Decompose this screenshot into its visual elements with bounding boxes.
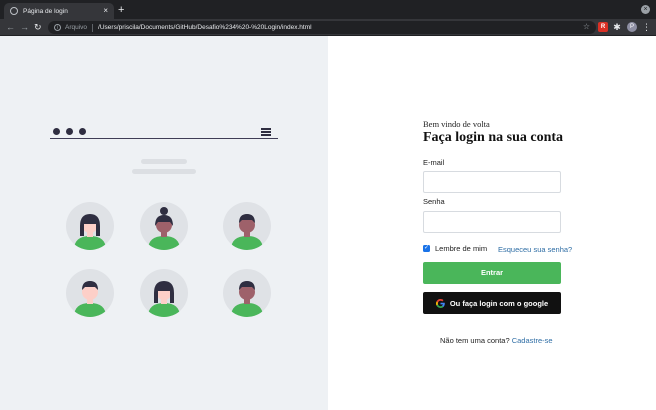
window-close-icon[interactable]: ×	[641, 5, 650, 14]
password-label: Senha	[423, 197, 445, 206]
tab-close-icon[interactable]: ×	[103, 7, 108, 15]
welcome-text: Bem vindo de volta	[423, 119, 490, 129]
browser-toolbar: ← → ↻ i Arquivo /Users/priscila/Document…	[0, 19, 656, 36]
reload-icon[interactable]: ↻	[34, 21, 42, 33]
info-icon[interactable]: i	[54, 24, 61, 31]
browser-tab[interactable]: Página de login ×	[4, 3, 114, 19]
illustration-window-bar	[50, 125, 278, 139]
person-avatar-icon	[223, 202, 271, 250]
forward-arrow-icon[interactable]: →	[20, 21, 29, 33]
remember-label: Lembre de mim	[435, 244, 488, 253]
address-url[interactable]: /Users/priscila/Documents/GitHub/Desafio…	[98, 24, 312, 31]
login-button[interactable]: Entrar	[423, 262, 561, 284]
forgot-password-link[interactable]: Esqueceu sua senha?	[498, 245, 572, 254]
address-bar[interactable]: i Arquivo /Users/priscila/Documents/GitH…	[48, 21, 596, 34]
page-title: Faça login na sua conta	[423, 130, 564, 145]
person-avatar-icon	[140, 202, 188, 250]
person-avatar-icon	[66, 202, 114, 250]
signup-text: Não tem uma conta?	[440, 336, 510, 345]
person-avatar-icon	[66, 269, 114, 317]
placeholder-line	[141, 159, 187, 164]
window-dot	[66, 128, 73, 135]
page-content: Bem vindo de volta Faça login na sua con…	[0, 36, 656, 410]
google-login-button[interactable]: Ou faça login com o google	[423, 292, 561, 314]
password-field[interactable]	[423, 211, 561, 233]
illustration-panel	[0, 36, 328, 410]
placeholder-line	[132, 169, 196, 174]
extension-icon[interactable]: R	[598, 22, 608, 32]
bookmark-star-icon[interactable]: ☆	[583, 22, 590, 31]
person-avatar-icon	[223, 269, 271, 317]
address-divider	[92, 23, 94, 32]
profile-avatar[interactable]: P	[627, 22, 637, 32]
window-dot	[79, 128, 86, 135]
scheme-label: Arquivo	[65, 24, 88, 31]
extensions-puzzle-icon[interactable]: ✱	[612, 22, 622, 32]
remember-checkbox[interactable]: ✓	[423, 245, 430, 252]
window-dot	[53, 128, 60, 135]
remember-me[interactable]: ✓ Lembre de mim	[423, 244, 487, 253]
back-arrow-icon[interactable]: ←	[6, 21, 15, 33]
email-field[interactable]	[423, 171, 561, 193]
hamburger-icon	[261, 128, 271, 136]
signup-link[interactable]: Cadastre-se	[512, 336, 553, 345]
email-label: E-mail	[423, 158, 445, 167]
login-panel: Bem vindo de volta Faça login na sua con…	[328, 36, 656, 410]
person-avatar-icon	[140, 269, 188, 317]
browser-tabstrip: Página de login × + ×	[0, 0, 656, 19]
signup-prompt: Não tem uma conta? Cadastre-se	[440, 336, 553, 345]
new-tab-button[interactable]: +	[118, 3, 124, 17]
google-icon	[435, 298, 445, 308]
browser-menu-icon[interactable]: ⋮	[642, 22, 651, 32]
tab-title: Página de login	[23, 7, 68, 15]
google-login-label: Ou faça login com o google	[449, 298, 549, 308]
globe-icon	[10, 7, 18, 15]
